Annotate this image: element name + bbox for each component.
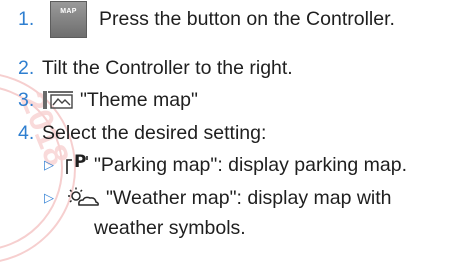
map-button-label: MAP [60, 7, 77, 15]
step-number: 3. [18, 88, 35, 111]
step-text: Select the desired setting: [42, 121, 267, 144]
parking-p-label: P [74, 152, 87, 172]
step-number: 2. [18, 56, 35, 79]
instruction-document: 1. MAP Press the button on the Controlle… [0, 0, 470, 267]
step-text: Press the button on the Controller. [99, 7, 395, 30]
step-3: 3. "Theme map" [18, 86, 198, 114]
step-text: "Theme map" [80, 88, 198, 111]
step-4: 4. Select the desired setting: [18, 119, 266, 147]
map-button-icon: MAP [50, 0, 87, 38]
option-text: "Weather map": display map with [106, 186, 392, 209]
step-2: 2. Tilt the Controller to the right. [18, 54, 293, 82]
option-text: "Parking map": display parking map. [94, 153, 407, 176]
option-parking-map: ▷ P "Parking map": display parking map. [44, 151, 407, 179]
option-text-continued: weather symbols. [94, 216, 246, 239]
step-1: 1. MAP Press the button on the Controlle… [18, 0, 395, 38]
bullet-arrow-icon: ▷ [44, 190, 54, 205]
parking-p-icon: P [66, 152, 88, 175]
option-weather-map-continued: weather symbols. [94, 214, 246, 242]
theme-map-icon [43, 91, 73, 109]
step-number: 1. [18, 7, 35, 30]
weather-icon [68, 187, 99, 206]
option-weather-map: ▷ "Weather map": display map with [44, 184, 392, 212]
step-text: Tilt the Controller to the right. [42, 56, 293, 79]
step-number: 4. [18, 121, 35, 144]
bullet-arrow-icon: ▷ [44, 157, 54, 172]
